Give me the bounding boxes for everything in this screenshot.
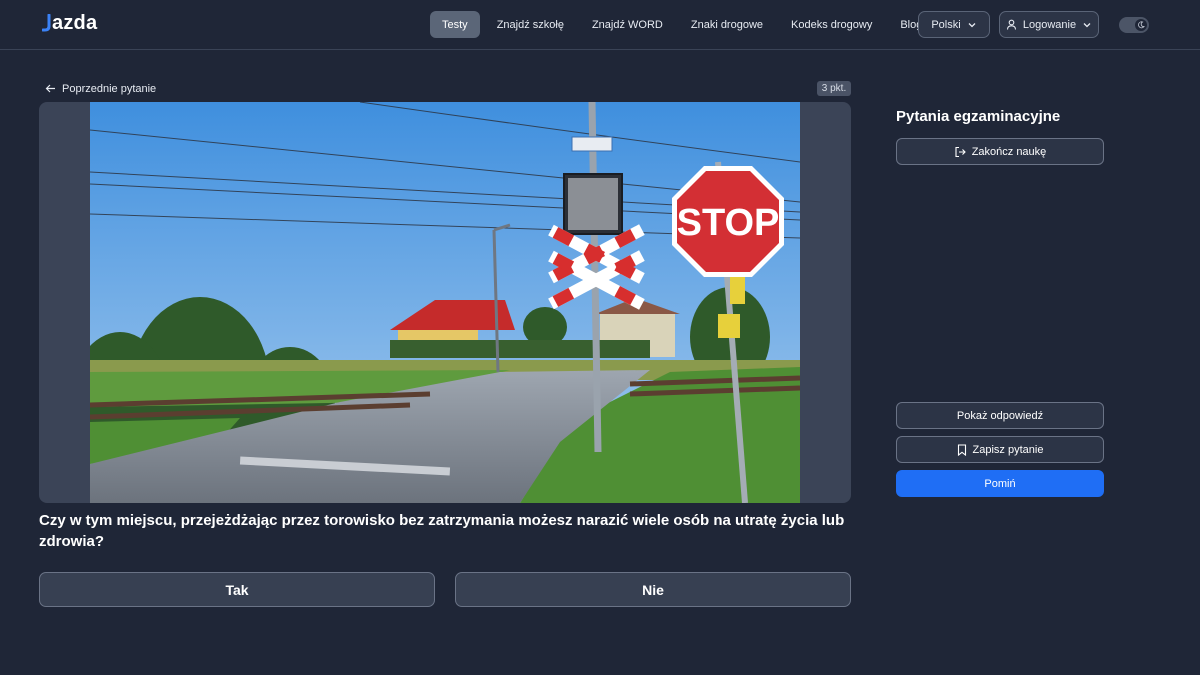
skip-label: Pomiń <box>984 477 1016 490</box>
stop-sign-text: STOP <box>677 202 780 244</box>
save-question-label: Zapisz pytanie <box>972 443 1044 456</box>
logo[interactable]: azda <box>42 12 97 34</box>
toggle-knob <box>1135 19 1147 31</box>
language-select[interactable]: Polski <box>918 11 990 38</box>
nav-item-find-school[interactable]: Znajdź szkołę <box>483 11 578 38</box>
logo-mark-icon <box>42 14 51 32</box>
nav-item-road-signs[interactable]: Znaki drogowe <box>677 11 777 38</box>
show-answer-label: Pokaż odpowiedź <box>956 409 1044 422</box>
show-answer-button[interactable]: Pokaż odpowiedź <box>896 402 1104 429</box>
top-navigation: azda Testy Znajdź szkołę Znajdź WORD Zna… <box>0 0 1200 50</box>
question-media: STOP <box>39 102 851 503</box>
user-icon <box>1006 19 1016 30</box>
sidebar-title: Pytania egzaminacyjne <box>896 108 1061 125</box>
nav-item-find-word[interactable]: Znajdź WORD <box>578 11 677 38</box>
bookmark-icon <box>957 443 966 456</box>
end-learning-button[interactable]: Zakończ naukę <box>896 138 1104 165</box>
question-photo: STOP <box>90 102 800 503</box>
points-badge: 3 pkt. <box>817 81 851 96</box>
chevron-down-icon <box>1083 22 1091 27</box>
moon-icon <box>1138 21 1145 29</box>
previous-question-link[interactable]: Poprzednie pytanie <box>45 81 156 96</box>
previous-question-label: Poprzednie pytanie <box>62 82 157 95</box>
main-nav: Testy Znajdź szkołę Znajdź WORD Znaki dr… <box>430 11 936 38</box>
skip-button[interactable]: Pomiń <box>896 470 1104 497</box>
answer-yes-button[interactable]: Tak <box>39 572 435 607</box>
arrow-left-icon <box>45 84 55 93</box>
logout-icon <box>955 146 966 157</box>
question-text: Czy w tym miejscu, przejeżdżając przez t… <box>39 512 845 550</box>
logo-text: azda <box>52 11 98 34</box>
theme-toggle[interactable] <box>1119 17 1149 33</box>
nav-item-traffic-code[interactable]: Kodeks drogowy <box>777 11 886 38</box>
chevron-down-icon <box>968 22 976 27</box>
nav-item-testy[interactable]: Testy <box>430 11 480 38</box>
save-question-button[interactable]: Zapisz pytanie <box>896 436 1104 463</box>
login-label: Logowanie <box>1022 18 1077 31</box>
login-button[interactable]: Logowanie <box>999 11 1099 38</box>
end-learning-label: Zakończ naukę <box>971 145 1047 158</box>
language-label: Polski <box>931 18 961 31</box>
answer-no-button[interactable]: Nie <box>455 572 851 607</box>
